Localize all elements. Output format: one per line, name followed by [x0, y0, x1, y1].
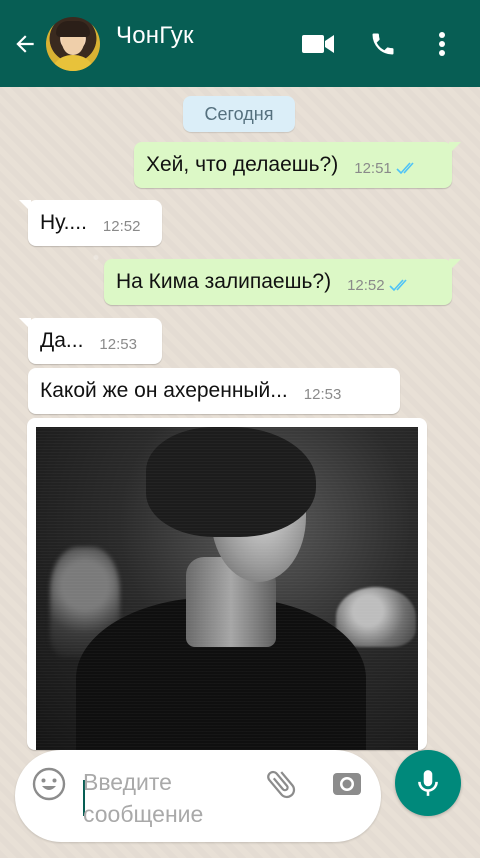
message-text: Ну....	[40, 211, 87, 234]
message-text: Да...	[40, 329, 84, 352]
message-input[interactable]	[83, 766, 253, 832]
emoji-button[interactable]	[29, 764, 69, 804]
arrow-left-icon	[16, 35, 34, 53]
phone-icon	[372, 33, 394, 55]
message-composer	[15, 750, 381, 842]
message-bubble-outgoing[interactable]: На Кима залипаешь?) 12:52	[104, 259, 461, 305]
camera-icon	[333, 773, 361, 795]
video-camera-icon	[302, 35, 334, 53]
message-photo[interactable]	[36, 427, 418, 750]
message-time: 12:51	[354, 159, 392, 177]
message-text: Хей, что делаешь?)	[146, 153, 339, 176]
message-bubble-outgoing[interactable]: Хей, что делаешь?) 12:51	[134, 142, 461, 188]
message-bubble-incoming[interactable]: Какой же он ахеренный... 12:53	[28, 368, 400, 414]
message-bubble-incoming[interactable]: Ну.... 12:52	[19, 200, 162, 246]
camera-button[interactable]	[327, 764, 367, 804]
paperclip-icon	[267, 770, 296, 799]
emoji-icon	[32, 767, 66, 801]
microphone-icon	[418, 770, 438, 796]
message-text: Какой же он ахеренный...	[40, 379, 288, 402]
voice-call-button[interactable]	[363, 26, 403, 62]
image-message[interactable]	[27, 418, 427, 750]
message-time: 12:52	[347, 276, 385, 294]
date-divider: Сегодня	[183, 96, 295, 132]
video-call-button[interactable]	[298, 26, 338, 62]
more-vert-icon	[439, 32, 445, 56]
message-time: 12:53	[303, 385, 342, 403]
message-bubble-incoming[interactable]: Да... 12:53	[19, 318, 162, 364]
message-text: На Кима залипаешь?)	[116, 270, 332, 293]
avatar[interactable]	[46, 17, 100, 71]
message-time: 12:52	[102, 217, 141, 235]
more-options-button[interactable]	[422, 26, 462, 62]
read-ticks-icon	[389, 278, 411, 292]
chat-header: ЧонГук	[0, 0, 480, 87]
contact-name[interactable]: ЧонГук	[116, 22, 194, 50]
read-ticks-icon	[396, 161, 418, 175]
back-button[interactable]	[6, 24, 44, 64]
voice-message-button[interactable]	[395, 750, 461, 816]
message-time: 12:53	[99, 335, 137, 353]
attach-button[interactable]	[261, 764, 301, 804]
